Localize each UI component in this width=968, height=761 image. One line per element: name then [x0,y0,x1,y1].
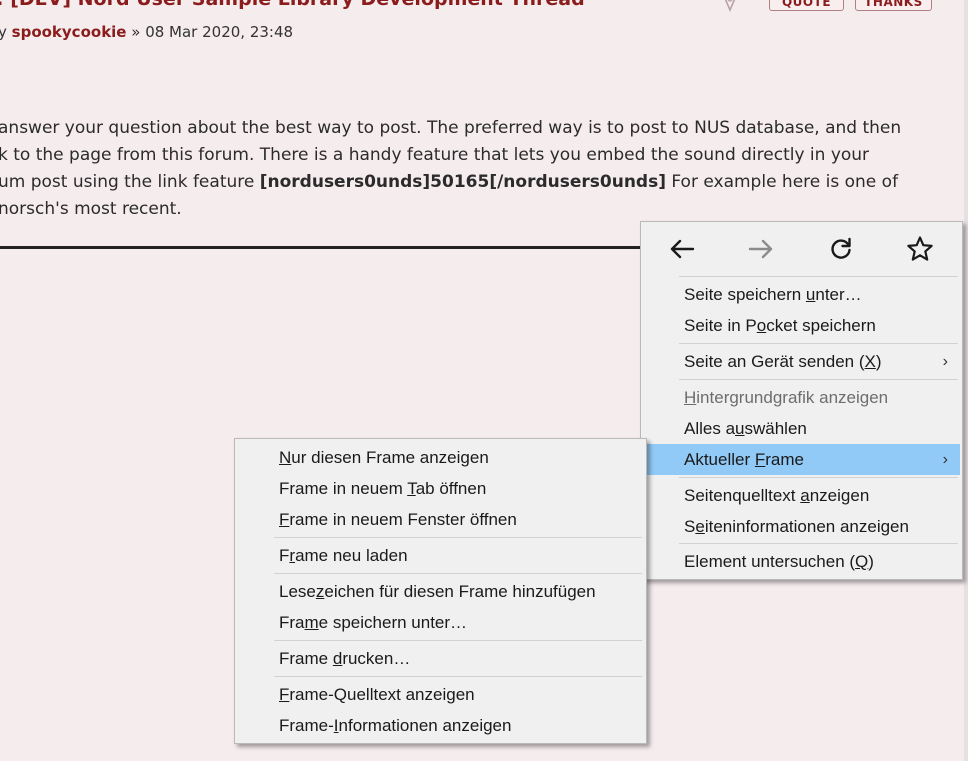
menu-item-label: Seite in Pocket speichern [684,316,876,335]
menu-item-view-page-source[interactable]: Seitenquelltext anzeigen [645,480,960,511]
chevron-right-icon: › [942,451,948,468]
post-separator [0,246,645,249]
menu-item-select-all[interactable]: Alles auswählen [645,413,960,444]
menu-item-label: Frame in neuem Tab öffnen [279,479,487,498]
menu-item-label: Frame drucken… [279,649,411,668]
post-body-code: [nordusers0unds]50165[/nordusers0unds] [259,172,666,192]
menu-item-label: Frame neu laden [279,546,408,565]
scrollbar-edge[interactable] [964,0,968,761]
menu-item-reload-frame[interactable]: Frame neu laden [239,540,644,571]
post-date: » 08 Mar 2020, 23:48 [126,23,294,41]
menu-item-save-frame[interactable]: Frame speichern unter… [239,607,644,638]
star-icon [907,236,933,261]
menu-item-label: Aktueller Frame [684,450,804,469]
chevron-right-icon: › [942,353,948,370]
menu-separator [679,477,958,478]
menu-item-bookmark-frame[interactable]: Lesezeichen für diesen Frame hinzufügen [239,576,644,607]
menu-item-label: Seitenquelltext anzeigen [684,486,870,505]
context-menu-navigation [641,222,962,276]
menu-item-label: Lesezeichen für diesen Frame hinzufügen [279,582,596,601]
menu-item-view-frame-info[interactable]: Frame-Informationen anzeigen [239,710,644,741]
quote-button[interactable]: QUOTE [769,0,844,11]
reload-icon [831,237,851,259]
menu-separator [274,676,642,677]
post-body-line: answer your question about the best way … [0,118,902,138]
post-meta: y spookycookie » 08 Mar 2020, 23:48 [0,23,293,41]
pin-icon[interactable] [718,0,742,12]
menu-item-print-frame[interactable]: Frame drucken… [239,643,644,674]
post-body-line: k to the page from this forum. There is … [0,145,870,165]
menu-separator [679,276,958,277]
menu-item-label: Seite speichern unter… [684,285,862,304]
menu-item-label: Alles auswählen [684,419,807,438]
forward-arrow-icon [748,239,773,259]
post-body: answer your question about the best way … [0,115,938,223]
menu-item-label: Frame in neuem Fenster öffnen [279,510,517,529]
menu-item-open-frame-in-new-window[interactable]: Frame in neuem Fenster öffnen [239,504,644,535]
post-body-line: norsch's most recent. [0,199,182,219]
menu-item-label: Element untersuchen (Q) [684,552,874,571]
back-button[interactable] [665,234,699,264]
menu-item-label: Frame-Informationen anzeigen [279,716,512,735]
reload-button[interactable] [824,234,858,264]
post-title[interactable]: : [DEV] Nord User Sample Library Develop… [0,0,585,10]
back-arrow-icon [670,239,695,259]
menu-item-inspect-element[interactable]: Element untersuchen (Q) [645,546,960,577]
context-menu: Seite speichern unter… Seite in Pocket s… [640,221,963,580]
post-body-text: um post using the link feature [0,172,260,192]
menu-separator [274,640,642,641]
menu-separator [679,379,958,380]
menu-item-save-to-pocket[interactable]: Seite in Pocket speichern [645,310,960,341]
forward-button[interactable] [744,234,778,264]
menu-separator [274,537,642,538]
menu-item-label: Seite an Gerät senden (X) [684,352,882,371]
menu-item-view-page-info[interactable]: Seiteninformationen anzeigen [645,511,960,542]
menu-item-label: Frame-Quelltext anzeigen [279,685,475,704]
menu-item-save-page[interactable]: Seite speichern unter… [645,279,960,310]
menu-item-show-only-this-frame[interactable]: Nur diesen Frame anzeigen [239,442,644,473]
post-meta-by: y [0,23,7,41]
menu-item-label: Nur diesen Frame anzeigen [279,448,489,467]
post-body-line: um post using the link feature [norduser… [0,169,938,196]
menu-separator [274,573,642,574]
post-body-text: For example here is one of [665,172,899,192]
thanks-button[interactable]: THANKS [855,0,932,11]
menu-item-view-frame-source[interactable]: Frame-Quelltext anzeigen [239,679,644,710]
menu-separator [679,543,958,544]
bookmark-button[interactable] [903,234,937,264]
menu-item-send-to-device[interactable]: Seite an Gerät senden (X) › [645,346,960,377]
menu-item-show-background-image: Hintergrundgrafik anzeigen [645,382,960,413]
post-author-link[interactable]: spookycookie [12,23,127,41]
menu-item-open-frame-in-new-tab[interactable]: Frame in neuem Tab öffnen [239,473,644,504]
menu-item-label: Seiteninformationen anzeigen [684,517,909,536]
frame-submenu: Nur diesen Frame anzeigen Frame in neuem… [234,438,647,744]
menu-item-label: Hintergrundgrafik anzeigen [684,388,889,407]
menu-separator [679,343,958,344]
menu-item-label: Frame speichern unter… [279,613,468,632]
menu-item-current-frame[interactable]: Aktueller Frame › [645,444,960,475]
